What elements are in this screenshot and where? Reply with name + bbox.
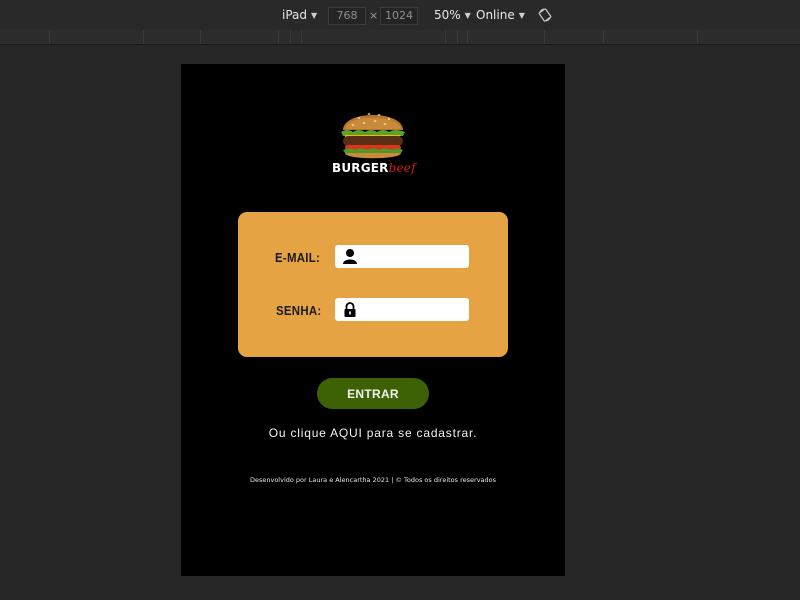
ruler-tick: [278, 30, 279, 44]
enter-button[interactable]: ENTRAR: [317, 378, 429, 409]
zoom-value: 50%: [434, 8, 461, 22]
email-label: E-MAIL:: [275, 250, 321, 265]
email-field[interactable]: [335, 245, 469, 268]
brand-main: BURGER: [332, 161, 389, 175]
footer-text: Desenvolvido por Laura e Alencartha 2021…: [249, 476, 497, 484]
device-viewport: BURGERbeef E-MAIL: SENHA: ENTRAR Ou cliq…: [181, 64, 565, 576]
lock-icon: [344, 302, 356, 317]
rotate-button[interactable]: [538, 8, 552, 22]
password-field[interactable]: [335, 298, 469, 321]
zoom-select[interactable]: 50% ▼: [434, 8, 471, 22]
ruler-tick: [544, 30, 545, 44]
device-name: iPad: [282, 8, 308, 22]
ruler-tick: [143, 30, 144, 44]
login-card: E-MAIL: SENHA:: [238, 212, 508, 357]
brand-sub: beef: [388, 161, 416, 175]
device-toolbar: iPad ▼ 768 × 1024 50% ▼ Online ▼: [0, 0, 800, 31]
media-query-ruler[interactable]: [0, 30, 800, 45]
device-select[interactable]: iPad ▼: [282, 8, 317, 22]
chevron-down-icon: ▼: [518, 10, 525, 20]
ruler-tick: [290, 30, 291, 44]
ruler-tick: [603, 30, 604, 44]
rotate-icon: [538, 8, 552, 22]
ruler-tick: [301, 30, 302, 44]
ruler-tick: [200, 30, 201, 44]
throttle-select[interactable]: Online ▼: [476, 8, 525, 22]
register-link[interactable]: Ou clique AQUI para se cadastrar.: [181, 426, 565, 440]
ruler-tick: [457, 30, 458, 44]
ruler-tick: [49, 30, 50, 44]
password-label: SENHA:: [276, 303, 322, 318]
height-input[interactable]: 1024: [380, 7, 418, 25]
user-icon: [343, 249, 357, 264]
throttle-value: Online: [476, 8, 515, 22]
chevron-down-icon: ▼: [464, 10, 471, 20]
chevron-down-icon: ▼: [311, 10, 318, 20]
dimension-separator: ×: [369, 9, 379, 22]
ruler-tick: [467, 30, 468, 44]
ruler-tick: [697, 30, 698, 44]
brand-name: BURGERbeef: [332, 161, 416, 175]
ruler-tick: [445, 30, 446, 44]
width-input[interactable]: 768: [328, 7, 366, 25]
